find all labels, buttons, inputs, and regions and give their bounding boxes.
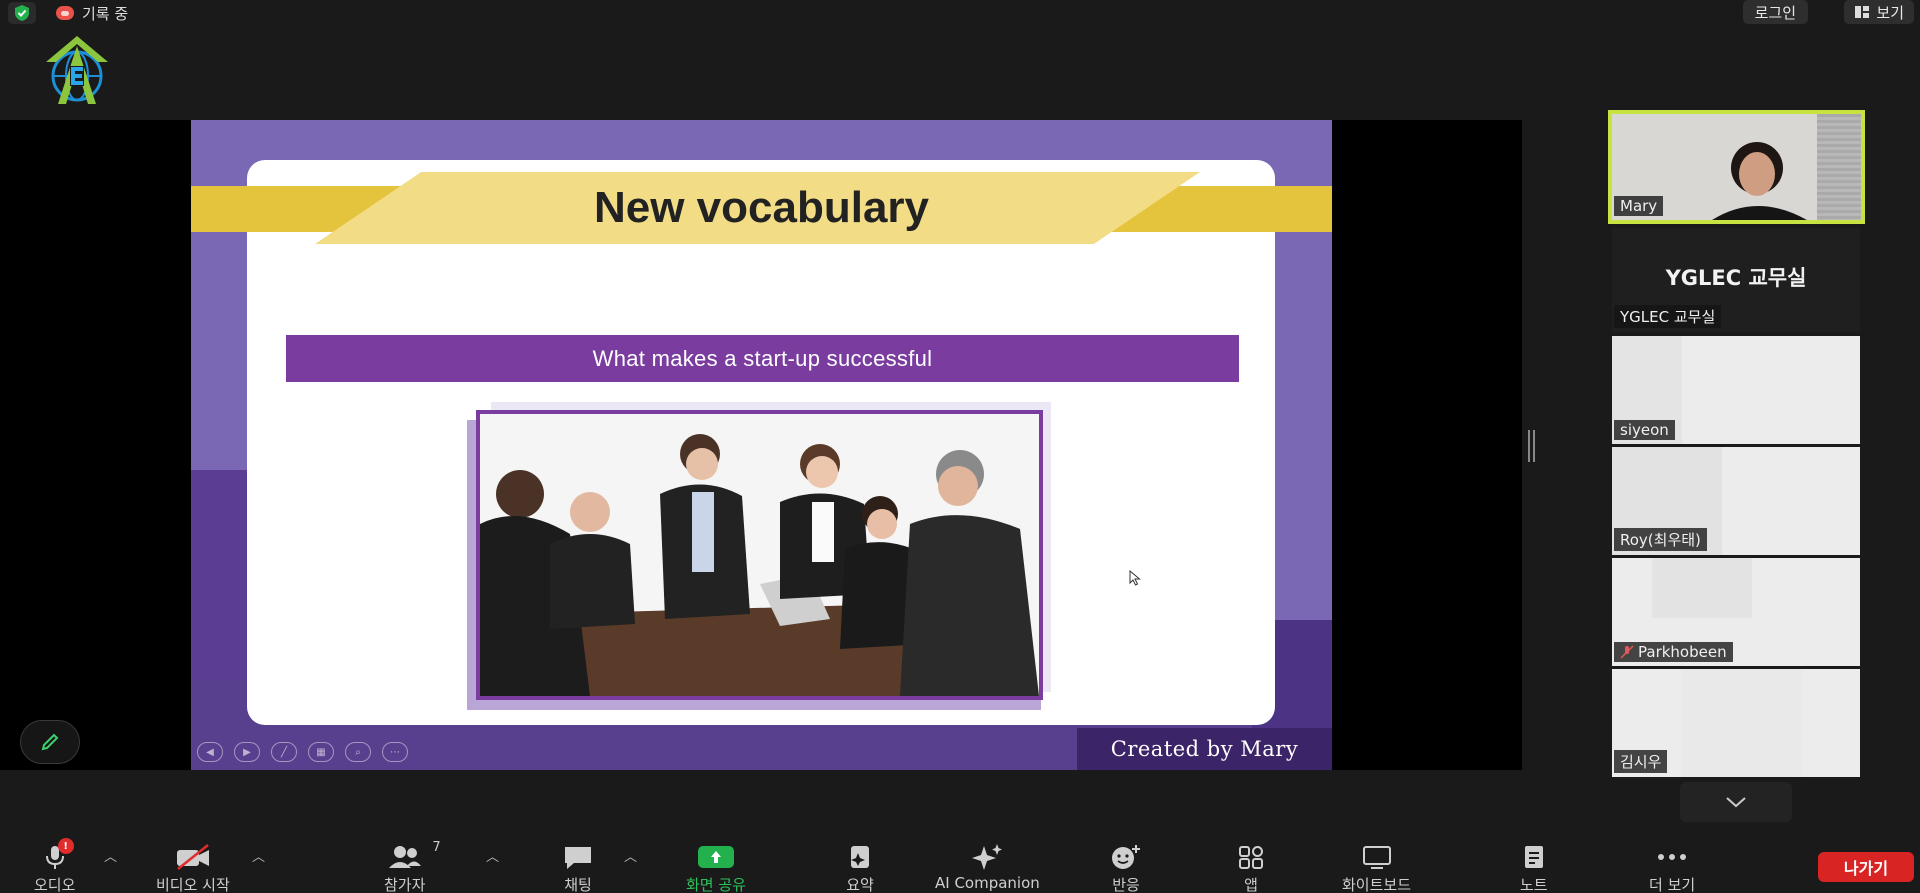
more-label: 더 보기 [1649, 876, 1696, 893]
security-shield-icon[interactable] [8, 2, 36, 24]
participant-name-label: Mary [1614, 196, 1664, 216]
video-off-icon [174, 844, 212, 870]
next-slide-icon[interactable]: ▶ [234, 742, 260, 762]
participant-display-name: YGLEC 교무실 [1665, 266, 1807, 290]
notes-button[interactable]: 노트 [1520, 844, 1548, 893]
apps-icon [1236, 844, 1266, 870]
participants-options-caret-icon[interactable]: ︿ [486, 846, 499, 865]
leave-button[interactable]: 나가기 [1818, 852, 1914, 882]
previous-slide-icon[interactable]: ◀ [197, 742, 223, 762]
summary-icon [845, 844, 875, 870]
summary-button[interactable]: 요약 [845, 844, 875, 893]
chat-label: 채팅 [564, 876, 592, 893]
participants-count: 7 [432, 840, 441, 855]
presentation-slide: New vocabulary What makes a start-up suc… [191, 120, 1332, 770]
apps-label: 앱 [1244, 876, 1258, 893]
audio-warning-badge: ! [57, 838, 74, 854]
more-button[interactable]: 더 보기 [1649, 844, 1695, 893]
top-bar: 기록 중 로그인 보기 [0, 0, 1920, 26]
mouse-cursor-icon [1129, 569, 1141, 590]
business-meeting-photo [476, 410, 1043, 700]
share-screen-icon [697, 844, 734, 870]
participant-tile[interactable]: Parkhobeen [1612, 558, 1860, 666]
chat-options-caret-icon[interactable]: ︿ [624, 846, 637, 865]
recording-label: 기록 중 [82, 4, 129, 23]
chevron-down-icon [1726, 797, 1746, 808]
participant-name-label: 김시우 [1614, 750, 1668, 773]
annotate-button[interactable] [20, 720, 80, 764]
slides-grid-icon[interactable]: ▦ [308, 742, 334, 762]
shared-screen[interactable]: New vocabulary What makes a start-up suc… [0, 120, 1522, 770]
audio-button[interactable]: ! 오디오 [34, 838, 76, 893]
recording-indicator[interactable]: 기록 중 [56, 2, 128, 24]
ai-companion-button[interactable]: AI Companion [935, 844, 1040, 892]
participant-tile[interactable]: 김시우 [1612, 669, 1860, 777]
participant-tile-active[interactable]: Mary [1608, 110, 1865, 224]
video-label: 비디오 시작 [156, 876, 230, 893]
pen-icon[interactable]: ╱ [271, 742, 297, 762]
reactions-label: 반응 [1112, 876, 1140, 893]
microphone-icon: ! [44, 838, 74, 870]
apps-button[interactable]: 앱 [1236, 844, 1266, 893]
scroll-down-button[interactable] [1680, 782, 1792, 822]
reactions-button[interactable]: 반응 [1110, 844, 1142, 893]
login-button[interactable]: 로그인 [1742, 0, 1808, 24]
slide-title: New vocabulary [593, 183, 930, 232]
participants-label: 참가자 [384, 876, 426, 893]
leave-label: 나가기 [1843, 859, 1889, 878]
participant-name-label: Parkhobeen [1614, 642, 1733, 662]
view-label: 보기 [1876, 3, 1904, 22]
audio-options-caret-icon[interactable]: ︿ [104, 846, 117, 865]
notes-label: 노트 [1520, 876, 1548, 893]
login-label: 로그인 [1754, 3, 1796, 22]
zoom-icon[interactable]: ⌕ [345, 742, 371, 762]
view-layout-icon [1855, 6, 1870, 18]
participant-name-label: YGLEC 교무실 [1614, 305, 1722, 328]
whiteboard-label: 화이트보드 [1342, 876, 1412, 893]
more-options-icon[interactable]: ⋯ [382, 742, 408, 762]
participant-tile[interactable]: YGLEC 교무실 YGLEC 교무실 [1612, 228, 1860, 332]
view-button[interactable]: 보기 [1844, 0, 1914, 24]
share-screen-label: 화면 공유 [686, 876, 746, 893]
slide-subtitle: What makes a start-up successful [286, 335, 1239, 382]
ai-companion-label: AI Companion [935, 874, 1040, 892]
whiteboard-button[interactable]: 화이트보드 [1342, 844, 1411, 893]
audio-label: 오디오 [34, 876, 76, 893]
participant-tile[interactable]: siyeon [1612, 336, 1860, 444]
muted-mic-icon [1620, 645, 1634, 659]
recording-icon [56, 6, 74, 20]
share-screen-button[interactable]: 화면 공유 [686, 844, 746, 893]
panel-resize-handle[interactable] [1528, 430, 1536, 462]
participant-video [1652, 558, 1752, 618]
participant-video [1682, 669, 1802, 777]
organization-logo [36, 32, 118, 106]
video-options-caret-icon[interactable]: ︿ [252, 846, 265, 865]
summary-label: 요약 [846, 876, 874, 893]
participants-button[interactable]: 7 참가자 [384, 840, 441, 893]
participant-name-label: siyeon [1614, 420, 1675, 440]
sparkle-icon [970, 844, 1004, 870]
meeting-toolbar: ! 오디오 ︿ 비디오 시작 ︿ 7 참가자 ︿ 채팅 ︿ 화면 공유 요약 A… [0, 838, 1920, 893]
pencil-icon [41, 733, 59, 751]
whiteboard-icon [1361, 844, 1393, 870]
more-dots-icon [1655, 844, 1689, 870]
chat-button[interactable]: 채팅 [562, 844, 594, 893]
participant-tile[interactable]: Roy(최우태) [1612, 447, 1860, 555]
participant-name-label: Roy(최우태) [1614, 528, 1707, 551]
slideshow-controls: ◀ ▶ ╱ ▦ ⌕ ⋯ [197, 742, 408, 762]
notes-icon [1521, 844, 1547, 870]
slide-credit: Created by Mary [1077, 728, 1332, 770]
participants-icon: 7 [387, 840, 441, 870]
start-video-button[interactable]: 비디오 시작 [156, 844, 230, 893]
smiley-plus-icon [1110, 844, 1142, 870]
chat-bubble-icon [562, 844, 594, 870]
